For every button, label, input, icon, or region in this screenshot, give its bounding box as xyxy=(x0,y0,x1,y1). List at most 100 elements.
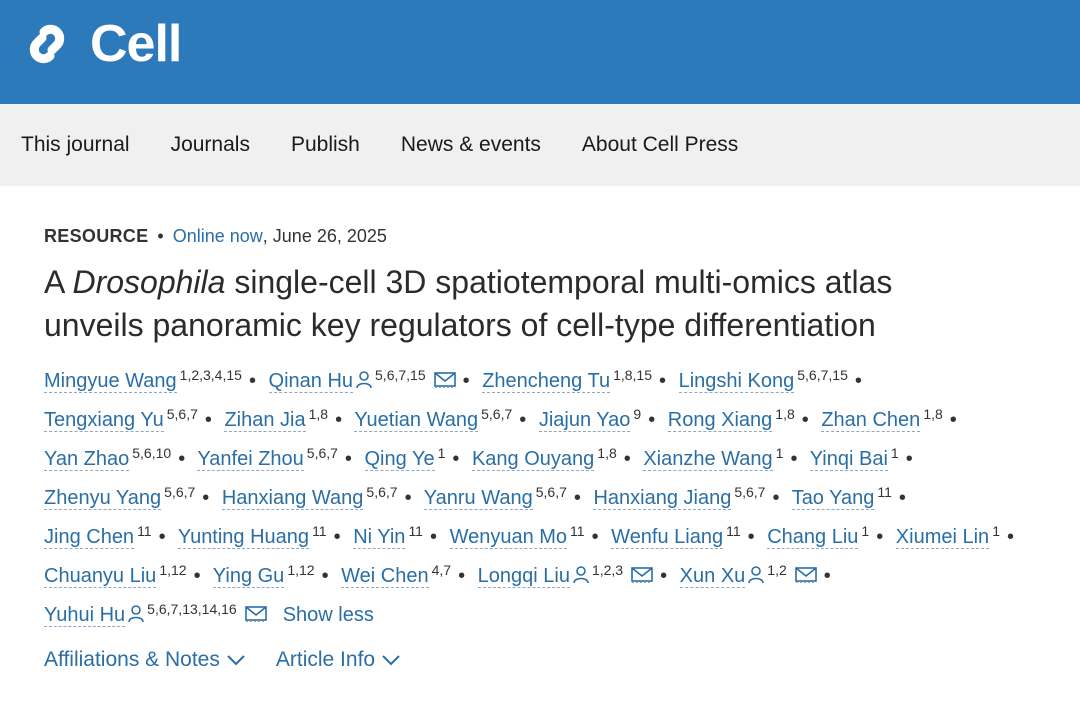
author-name[interactable]: Chang Liu xyxy=(767,526,859,549)
author-name[interactable]: Qing Ye xyxy=(364,448,435,471)
author-item: Chang Liu 1 xyxy=(767,523,870,549)
author-affiliation: 1,12 xyxy=(159,562,187,578)
author-affiliation: 11 xyxy=(877,484,892,500)
author-item: Hanxiang Jiang 5,6,7 xyxy=(593,484,765,510)
author-name[interactable]: Jiajun Yao xyxy=(538,409,631,432)
author-name[interactable]: Xun Xu xyxy=(679,565,746,588)
author-item: Tengxiang Yu 5,6,7 xyxy=(44,406,198,432)
mail-icon[interactable] xyxy=(433,372,456,388)
mail-icon[interactable] xyxy=(631,567,653,583)
author-name[interactable]: Chuanyu Liu xyxy=(44,565,157,588)
author-item: Wei Chen 4,7 xyxy=(341,562,452,588)
article-meta: RESOURCE • Online now , June 26, 2025 xyxy=(44,226,1036,247)
author-affiliation: 5,6,10 xyxy=(132,445,172,461)
author-item: Wenyuan Mo 11 xyxy=(449,523,585,549)
author-affiliation: 5,6,7 xyxy=(166,406,198,422)
author-name[interactable]: Hanxiang Wang xyxy=(221,487,364,510)
affiliations-notes-toggle[interactable]: Affiliations & Notes xyxy=(44,648,246,672)
nav-about-cell-press[interactable]: About Cell Press xyxy=(582,133,738,157)
author-name[interactable]: Yanru Wang xyxy=(423,487,533,510)
author-separator: • xyxy=(193,565,201,587)
article-info-links: Affiliations & Notes Article Info xyxy=(44,648,1036,672)
author-affiliation: 1 xyxy=(775,445,784,461)
author-item: Jing Chen 11 xyxy=(44,523,152,549)
author-name[interactable]: Yan Zhao xyxy=(44,448,130,471)
author-affiliation: 1 xyxy=(992,523,1000,539)
author-affiliation: 1,2 xyxy=(767,562,787,578)
author-separator: • xyxy=(790,448,798,470)
author-item: Qing Ye 1 xyxy=(364,445,445,471)
author-name[interactable]: Zhencheng Tu xyxy=(482,370,611,393)
article-info-toggle[interactable]: Article Info xyxy=(276,648,401,672)
author-separator: • xyxy=(623,448,631,470)
author-name[interactable]: Lingshi Kong xyxy=(678,370,795,393)
author-item: Longqi Liu 1,2,3 xyxy=(477,562,653,588)
author-item: Xiumei Lin 1 xyxy=(895,523,1000,549)
author-name[interactable]: Tao Yang xyxy=(791,487,875,510)
author-name[interactable]: Wenyuan Mo xyxy=(449,526,568,549)
author-item: Tao Yang 11 xyxy=(791,484,892,510)
author-name[interactable]: Hanxiang Jiang xyxy=(593,487,732,510)
article-type: RESOURCE xyxy=(44,226,149,246)
author-separator: • xyxy=(949,409,957,431)
author-name[interactable]: Zihan Jia xyxy=(224,409,306,432)
author-item: Rong Xiang 1,8 xyxy=(667,406,795,432)
author-name[interactable]: Ni Yin xyxy=(353,526,406,549)
author-name[interactable]: Zhenyu Yang xyxy=(44,487,162,510)
author-item: Yinqi Bai 1 xyxy=(809,445,899,471)
author-affiliation: 5,6,7,15 xyxy=(375,367,426,383)
author-affiliation: 1,8 xyxy=(308,406,329,422)
author-name[interactable]: Kang Ouyang xyxy=(471,448,595,471)
author-name[interactable]: Tengxiang Yu xyxy=(44,409,164,432)
author-item: Yanfei Zhou 5,6,7 xyxy=(197,445,338,471)
author-name[interactable]: Yuetian Wang xyxy=(354,409,479,432)
author-name[interactable]: Longqi Liu xyxy=(477,565,570,588)
nav-this-journal[interactable]: This journal xyxy=(21,133,130,157)
author-name[interactable]: Wenfu Liang xyxy=(611,526,724,549)
author-name[interactable]: Ying Gu xyxy=(212,565,285,588)
author-name[interactable]: Yunting Huang xyxy=(177,526,310,549)
mail-icon[interactable] xyxy=(244,606,267,622)
author-name[interactable]: Yinqi Bai xyxy=(809,448,888,471)
author-separator: • xyxy=(854,370,862,392)
author-name[interactable]: Qinan Hu xyxy=(268,370,354,393)
author-item: Zhan Chen 1,8 xyxy=(821,406,943,432)
show-less-button[interactable]: Show less xyxy=(283,604,374,626)
author-name[interactable]: Yuhui Hu xyxy=(44,604,126,627)
author-separator: • xyxy=(178,448,186,470)
author-separator: • xyxy=(429,526,437,548)
author-affiliation: 1,2,3,4,15 xyxy=(179,367,242,383)
author-name[interactable]: Zhan Chen xyxy=(821,409,921,432)
person-icon xyxy=(748,566,765,584)
author-separator: • xyxy=(321,565,329,587)
publication-date: , June 26, 2025 xyxy=(262,226,387,246)
author-name[interactable]: Wei Chen xyxy=(341,565,429,588)
nav-publish[interactable]: Publish xyxy=(291,133,360,157)
online-status-link[interactable]: Online now xyxy=(173,226,263,247)
author-separator: • xyxy=(898,487,906,509)
author-name[interactable]: Mingyue Wang xyxy=(44,370,177,393)
author-item: Zhencheng Tu 1,8,15 xyxy=(482,367,652,393)
author-name[interactable]: Jing Chen xyxy=(44,526,135,549)
author-name[interactable]: Rong Xiang xyxy=(667,409,773,432)
author-separator: • xyxy=(659,370,667,392)
author-affiliation: 5,6,7 xyxy=(366,484,398,500)
author-affiliation: 5,6,7,15 xyxy=(797,367,848,383)
author-item: Xianzhe Wang 1 xyxy=(643,445,784,471)
nav-news-events[interactable]: News & events xyxy=(401,133,541,157)
cell-logo[interactable]: Cell xyxy=(22,18,182,70)
author-affiliation: 5,6,7 xyxy=(481,406,513,422)
mail-icon[interactable] xyxy=(794,567,817,583)
person-icon xyxy=(356,371,372,389)
author-separator: • xyxy=(905,448,913,470)
author-affiliation: 11 xyxy=(137,523,152,539)
nav-journals[interactable]: Journals xyxy=(171,133,250,157)
author-affiliation: 4,7 xyxy=(431,562,452,578)
author-name[interactable]: Xianzhe Wang xyxy=(643,448,773,471)
author-separator: • xyxy=(204,409,212,431)
author-name[interactable]: Xiumei Lin xyxy=(895,526,990,549)
author-name[interactable]: Yanfei Zhou xyxy=(197,448,304,471)
author-affiliation: 11 xyxy=(570,523,585,539)
author-separator: • xyxy=(801,409,809,431)
author-affiliation: 1 xyxy=(861,523,870,539)
